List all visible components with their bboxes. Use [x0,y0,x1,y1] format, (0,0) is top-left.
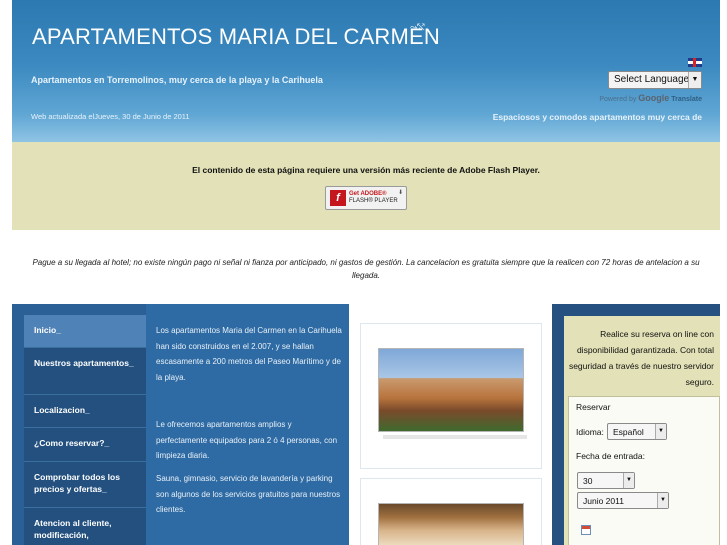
photo-card [360,323,542,469]
powered-by-text: Powered by [599,96,637,103]
month-select-value: Junio 2011 [583,496,624,506]
google-translate-credit[interactable]: Powered by Google Translate [599,93,702,103]
day-select[interactable]: 30 ▼ [577,472,635,489]
flash-button-line2: FLASH® PLAYER [349,198,398,204]
nav-item-atencion-cliente[interactable]: Atencion al cliente, modificación, [24,508,146,545]
courtyard-photo[interactable] [378,503,524,545]
services-paragraph: Sauna, gimnasio, servicio de lavandería … [156,474,341,514]
uk-flag-icon[interactable] [688,58,702,67]
flash-button-line1: Get ADOBE® [349,191,387,197]
flash-banner: El contenido de esta página requiere una… [12,142,720,230]
reservar-heading: Reservar [576,402,611,412]
fecha-entrada-label: Fecha de entrada: [576,451,645,461]
idioma-label: Idioma: [576,427,604,437]
flash-player-icon: f [330,190,346,206]
chevron-down-icon: ▼ [657,493,668,508]
nav-item-precios[interactable]: Comprobar todos los precios y ofertas_ [24,462,146,508]
language-select-value: Select Language [614,74,690,85]
title-decoration: ⤳⤲ [410,22,425,32]
booking-intro-text: Realice su reserva on line con disponibi… [568,329,714,387]
nav-item-inicio[interactable]: Inicio_ [24,315,146,348]
payment-notice: Pague a su llegada al hotel; no existe n… [32,258,700,280]
language-select[interactable]: Select Language ▼ [608,71,702,89]
chevron-down-icon: ▼ [623,473,634,488]
month-select[interactable]: Junio 2011 ▼ [577,492,669,509]
building-photo[interactable] [378,348,524,432]
site-header: APARTAMENTOS MARIA DEL CARMEN ⤳⤲ Apartam… [12,0,720,142]
idioma-select-value: Español [613,427,644,437]
translate-link[interactable]: Translate [671,96,702,103]
nav-item-localizacion[interactable]: Localizacion_ [24,395,146,428]
apartments-paragraph: Le ofrecemos apartamentos amplios y perf… [156,420,338,460]
google-logo: Google [638,93,670,103]
chevron-down-icon: ▼ [688,72,701,88]
scrolling-marquee: Espaciosos y comodos apartamentos muy ce… [492,112,702,122]
nav-item-como-reservar[interactable]: ¿Como reservar?_ [24,428,146,462]
sidebar-nav: Inicio_ Nuestros apartamentos_ Localizac… [12,304,146,545]
get-flash-player-button[interactable]: f Get ADOBE® FLASH® PLAYER ⬇ [325,186,407,210]
day-select-value: 30 [583,476,593,486]
download-arrow-icon: ⬇ [397,190,403,196]
flash-button-label: Get ADOBE® FLASH® PLAYER [349,191,398,205]
photo-shadow [383,435,527,439]
last-updated-text: Web actualizada elJueves, 30 de Junio de… [31,112,190,121]
flash-required-message: El contenido de esta página requiere una… [192,165,540,175]
site-title: APARTAMENTOS MARIA DEL CARMEN [32,24,440,49]
calendar-icon[interactable] [581,525,591,535]
idioma-select[interactable]: Español ▼ [607,423,667,440]
booking-panel: Realice su reserva on line con disponibi… [564,316,720,545]
nav-item-apartamentos[interactable]: Nuestros apartamentos_ [24,348,146,395]
site-tagline: Apartamentos en Torremolinos, muy cerca … [31,75,323,85]
intro-paragraph: Los apartamentos Maria del Carmen en la … [156,326,342,382]
chevron-down-icon: ▼ [655,424,666,439]
booking-form: Reservar Idioma: Español ▼ Fecha de entr… [568,396,720,545]
photo-card [360,478,542,545]
main-content: Los apartamentos Maria del Carmen en la … [146,304,349,545]
